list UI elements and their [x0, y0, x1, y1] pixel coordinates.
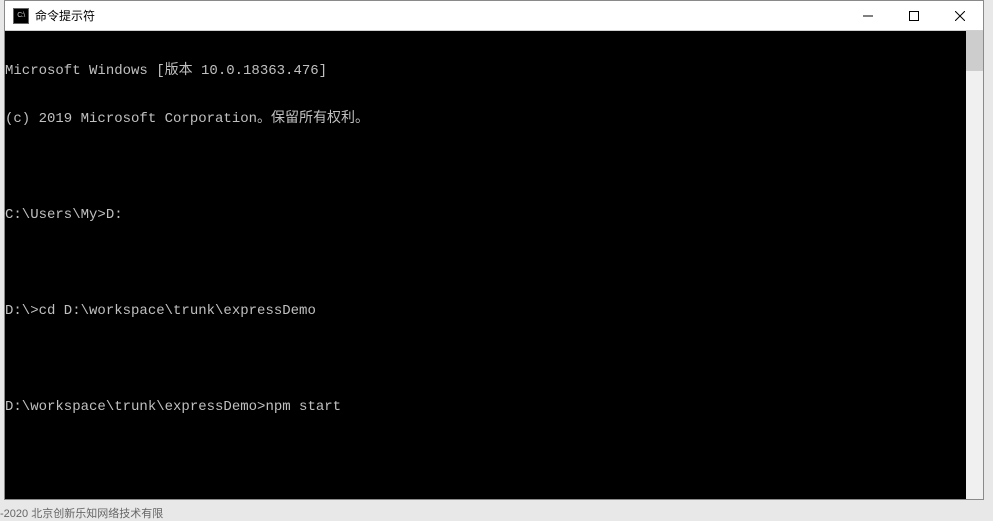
- terminal-line: C:\Users\My>D:: [5, 207, 966, 223]
- maximize-button[interactable]: [891, 1, 937, 30]
- maximize-icon: [909, 11, 919, 21]
- window-controls: [845, 1, 983, 30]
- command-prompt-window: C:\ 命令提示符 Microsoft Windows [版本 10.0.183…: [4, 0, 984, 500]
- terminal-output[interactable]: Microsoft Windows [版本 10.0.18363.476] (c…: [5, 31, 966, 499]
- close-button[interactable]: [937, 1, 983, 30]
- terminal-line: Microsoft Windows [版本 10.0.18363.476]: [5, 63, 966, 79]
- scrollbar-thumb[interactable]: [966, 31, 983, 71]
- app-icon: C:\: [13, 8, 29, 24]
- minimize-icon: [863, 11, 873, 21]
- terminal-line: [5, 351, 966, 367]
- app-icon-glyph: C:\: [17, 12, 24, 19]
- terminal-line: (c) 2019 Microsoft Corporation。保留所有权利。: [5, 111, 966, 127]
- titlebar[interactable]: C:\ 命令提示符: [5, 1, 983, 31]
- window-title: 命令提示符: [35, 7, 845, 24]
- vertical-scrollbar[interactable]: [966, 31, 983, 499]
- close-icon: [955, 11, 965, 21]
- terminal-line: D:\workspace\trunk\expressDemo>npm start: [5, 399, 966, 415]
- terminal-line: [5, 159, 966, 175]
- terminal-line: D:\>cd D:\workspace\trunk\expressDemo: [5, 303, 966, 319]
- terminal-line: [5, 255, 966, 271]
- minimize-button[interactable]: [845, 1, 891, 30]
- terminal-area: Microsoft Windows [版本 10.0.18363.476] (c…: [5, 31, 983, 499]
